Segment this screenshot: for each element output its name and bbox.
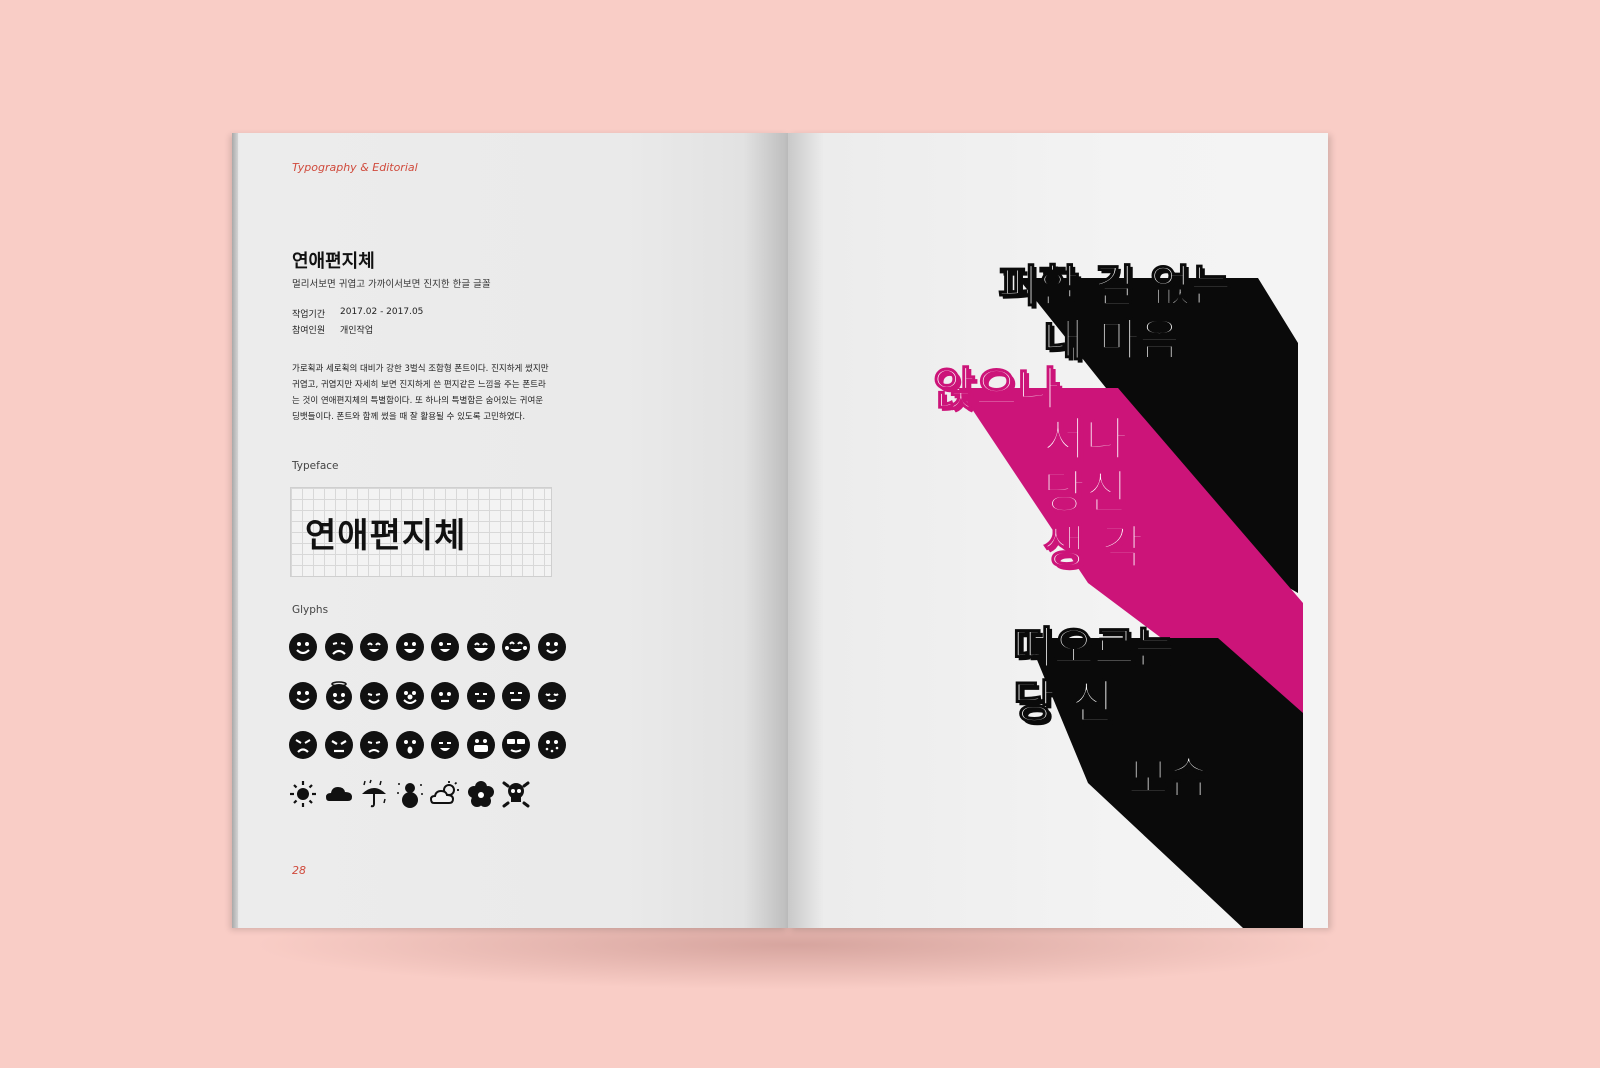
poster-line-3: 앉으나 xyxy=(933,362,1060,416)
meta-row-participants: 참여인원 개인작업 xyxy=(292,323,423,339)
poster-line-7: 떠오르는 xyxy=(1013,623,1175,674)
wink-face-icon xyxy=(430,629,466,664)
sleepy-face-icon xyxy=(430,727,466,762)
description-line: 는 것이 연애편지체의 특별함이다. 또 하나의 특별함은 숨어있는 귀여운 xyxy=(292,396,544,406)
poster-line-5: 당신 xyxy=(1043,465,1128,519)
description-line: 가로획과 세로획의 대비가 강한 3벌식 조합형 폰트이다. 진지하게 썼지만 xyxy=(292,364,549,374)
cloud-icon xyxy=(324,776,360,811)
calm-face-icon xyxy=(537,678,573,713)
description-line: 딩뱃들이다. 폰트와 함께 썼을 때 잘 활용될 수 있도록 고민하였다. xyxy=(292,412,526,422)
description-line: 귀엽고, 귀엽지만 자세히 보면 진지하게 쓴 편지같은 느낌을 주는 폰트라 xyxy=(292,380,546,390)
partly-cloudy-icon xyxy=(430,776,466,811)
grin-face-icon xyxy=(395,629,431,664)
poster-line-6: 생 각 xyxy=(1043,520,1144,574)
sun-icon xyxy=(288,776,324,811)
page-number: 28 xyxy=(292,864,306,877)
happy-face-icon xyxy=(359,629,395,664)
snowman-icon xyxy=(395,776,431,811)
project-meta: 작업기간 2017.02 - 2017.05 참여인원 개인작업 xyxy=(292,307,423,339)
straight-face-icon xyxy=(501,678,537,713)
glyph-row xyxy=(288,776,578,811)
right-page: 피할 길 없는 피할 길 없는 내 마음 내 마음 앉으나 앉으나 서나 서나 당신 당신 생 각생… xyxy=(788,133,1328,928)
left-page: Typography & Editorial 연애편지체 멀리서보면 귀엽고 가… xyxy=(232,133,788,928)
devil-face-icon xyxy=(359,678,395,713)
mad-face-icon xyxy=(324,727,360,762)
sad-face-icon xyxy=(324,629,360,664)
angel-face-icon xyxy=(324,678,360,713)
flat-face-icon xyxy=(466,678,502,713)
skull-icon xyxy=(501,776,537,811)
poster-line-4: 서나 xyxy=(1043,412,1128,466)
smile-face-icon xyxy=(288,678,324,713)
poster-line-9: 모습 xyxy=(1128,753,1209,804)
surprised-face-icon xyxy=(395,727,431,762)
typeface-label: Typeface xyxy=(292,460,339,472)
sick-face-icon xyxy=(537,727,573,762)
description: 가로획과 세로획의 대비가 강한 3벌식 조합형 폰트이다. 진지하게 썼지만 … xyxy=(292,361,592,425)
meta-key: 작업기간 xyxy=(292,310,326,320)
poster-artwork: 피할 길 없는피할 길 없는내 마음내 마음앉으나앉으나서나서나당신당신생 각생… xyxy=(932,260,1303,928)
poster-line-8: 당 신 xyxy=(1013,675,1114,729)
meta-value: 2017.02 - 2017.05 xyxy=(340,307,424,317)
clown-face-icon xyxy=(395,678,431,713)
sweat-face-icon xyxy=(359,727,395,762)
glyph-row xyxy=(288,629,578,664)
mask-face-icon xyxy=(466,727,502,762)
running-head: Typography & Editorial xyxy=(292,161,418,174)
typeface-sample: 연애편지체 xyxy=(305,516,467,556)
poster-line-1: 피할 길 없는 xyxy=(998,261,1231,312)
smile-face-icon xyxy=(288,629,324,664)
glyph-grid xyxy=(288,629,578,825)
page-title: 연애편지체 xyxy=(292,251,375,272)
neutral-face-icon xyxy=(430,678,466,713)
typeface-specimen: 연애편지체 xyxy=(290,487,552,577)
glyph-row xyxy=(288,727,578,762)
tears-joy-face-icon xyxy=(501,629,537,664)
meta-value: 개인작업 xyxy=(340,326,374,336)
sunglasses-face-icon xyxy=(501,727,537,762)
meta-key: 참여인원 xyxy=(292,326,326,336)
poster-line-2: 내 마음 xyxy=(1043,315,1180,366)
umbrella-rain-icon xyxy=(359,776,395,811)
page-subtitle: 멀리서보면 귀엽고 가까이서보면 진지한 한글 글꼴 xyxy=(292,279,491,290)
angry-face-icon xyxy=(288,727,324,762)
meta-row-period: 작업기간 2017.02 - 2017.05 xyxy=(292,307,423,323)
flower-icon xyxy=(466,776,502,811)
blush-face-icon xyxy=(537,629,573,664)
laugh-face-icon xyxy=(466,629,502,664)
glyphs-label: Glyphs xyxy=(292,604,329,616)
glyph-row xyxy=(288,678,578,713)
